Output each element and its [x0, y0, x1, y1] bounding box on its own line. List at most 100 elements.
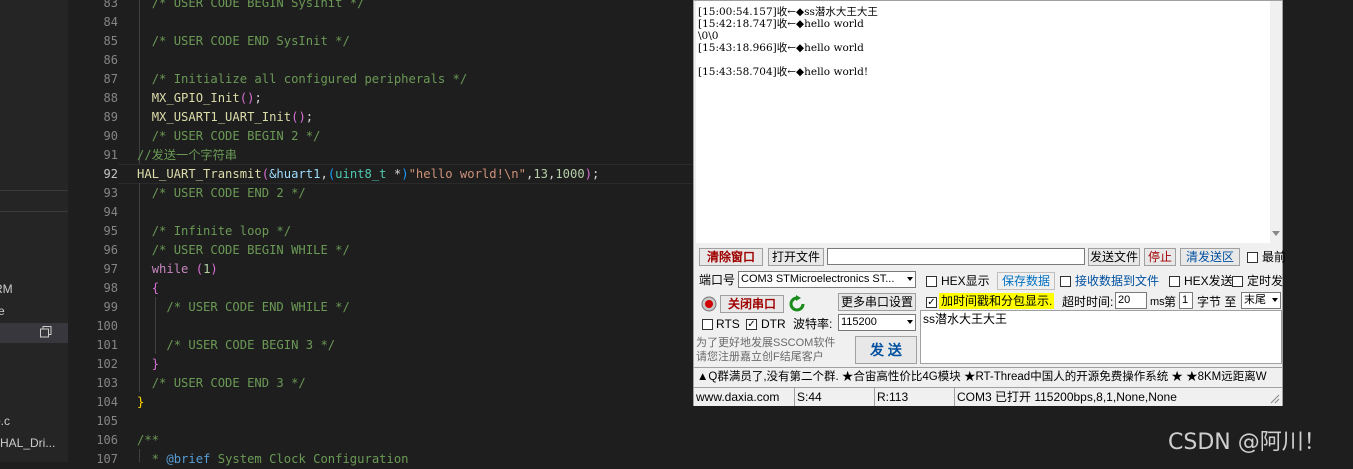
- line-number: 95: [103, 224, 118, 238]
- code-doc-tag: @brief: [166, 452, 211, 466]
- code-comment: /* USER CODE BEGIN WHILE */: [151, 243, 350, 257]
- line-number: 87: [103, 72, 118, 86]
- chevron-down-icon: [907, 320, 913, 324]
- line-number: 102: [96, 357, 118, 371]
- code-function: MX_GPIO_Init: [151, 91, 240, 105]
- timestamp-checkbox[interactable]: ✓: [926, 297, 937, 308]
- code-comment: /* USER CODE BEGIN SysInit */: [151, 0, 365, 10]
- hex-display-label: HEX显示: [941, 274, 990, 288]
- end-select[interactable]: 末尾: [1241, 292, 1281, 309]
- chevron-down-icon: [907, 277, 913, 281]
- hex-display-checkbox[interactable]: [926, 276, 937, 287]
- line-number: 104: [96, 395, 118, 409]
- explorer-panel: RM re o.c HAL_Dri...: [0, 0, 68, 462]
- receive-line: [15:42:18.747]收←◆hello world: [698, 18, 864, 30]
- promo-text[interactable]: 为了更好地发展SSCOM软件 请您注册嘉立创F结尾客户: [696, 336, 835, 364]
- serial-terminal-window: [15:00:54.157]收←◆ss潜水大王大王 [15:42:18.747]收…: [693, 0, 1287, 406]
- record-icon[interactable]: [701, 296, 717, 312]
- open-file-button[interactable]: 打开文件: [768, 248, 824, 266]
- baud-select-value: 115200: [841, 316, 877, 328]
- code-comment: /* USER CODE BEGIN 2 */: [151, 129, 321, 143]
- status-bar: www.daxia.com S:44 R:113 COM3 已打开 115200…: [694, 387, 1282, 406]
- rts-checkbox[interactable]: [702, 319, 713, 330]
- close-port-button[interactable]: 关闭串口: [720, 295, 784, 313]
- timeout-input[interactable]: 20: [1115, 292, 1147, 309]
- dtr-checkbox[interactable]: ✓: [746, 319, 757, 330]
- status-port: COM3 已打开 115200bps,8,1,None,None: [957, 390, 1177, 404]
- explorer-item[interactable]: RM: [0, 282, 13, 296]
- receive-scrollbar[interactable]: [1270, 1, 1282, 243]
- code-number: 1000: [555, 167, 585, 181]
- scroll-down-arrow-icon[interactable]: [1272, 231, 1280, 236]
- watermark: CSDN @阿川！: [1168, 430, 1326, 455]
- clear-send-button[interactable]: 清发送区: [1180, 248, 1240, 266]
- status-received: R:113: [875, 388, 955, 406]
- byte-label: 字节 至: [1197, 295, 1237, 309]
- recv-to-file-label: 接收数据到文件: [1075, 274, 1160, 288]
- hex-send-checkbox[interactable]: [1169, 276, 1180, 287]
- code-function: MX_USART1_UART_Init: [151, 110, 292, 124]
- receive-line: [15:00:54.157]收←◆ss潜水大王大王: [698, 6, 878, 18]
- line-number: 94: [103, 205, 118, 219]
- baud-select[interactable]: 115200: [838, 314, 916, 331]
- code-comment: /* USER CODE END SysInit */: [151, 34, 350, 48]
- timed-send-label: 定时发: [1247, 274, 1284, 288]
- explorer-item[interactable]: HAL_Dri...: [0, 436, 55, 450]
- dtr-label: DTR: [761, 317, 786, 331]
- line-number: 89: [103, 110, 118, 124]
- line-number: 99: [103, 300, 118, 314]
- line-number: 83: [103, 0, 118, 10]
- send-file-button[interactable]: 发送文件: [1088, 248, 1140, 266]
- timed-send-checkbox[interactable]: [1232, 276, 1243, 287]
- line-number: 92: [103, 167, 118, 181]
- code-editor[interactable]: /* USER CODE BEGIN SysInit */ /* USER CO…: [137, 0, 697, 466]
- recv-to-file-checkbox[interactable]: [1060, 276, 1071, 287]
- send-text: ss潜水大王大王: [923, 312, 1008, 326]
- code-number: 13: [533, 167, 548, 181]
- topmost-checkbox[interactable]: [1247, 252, 1258, 263]
- hex-send-label: HEX发送: [1184, 274, 1233, 288]
- code-comment: //发送一个字符串: [137, 148, 237, 162]
- explorer-selected-row[interactable]: [0, 323, 68, 343]
- resize-grip-icon[interactable]: [1268, 392, 1280, 404]
- code-comment: /**: [137, 433, 160, 447]
- line-number: 86: [103, 53, 118, 67]
- code-comment: /* USER CODE END 2 */: [151, 186, 306, 200]
- port-select[interactable]: COM3 STMicroelectronics ST...: [738, 271, 916, 288]
- copy-icon[interactable]: [40, 326, 52, 338]
- save-data-button[interactable]: 保存数据: [997, 272, 1055, 290]
- port-select-value: COM3 STMicroelectronics ST...: [741, 273, 895, 285]
- line-number: 84: [103, 15, 118, 29]
- end-select-value: 末尾: [1244, 294, 1266, 306]
- explorer-divider: [0, 211, 68, 212]
- explorer-item[interactable]: o.c: [0, 414, 10, 428]
- line-number: 88: [103, 91, 118, 105]
- topmost-label: 最前: [1262, 250, 1287, 264]
- line-number: 98: [103, 281, 118, 295]
- send-button[interactable]: 发 送: [855, 336, 917, 364]
- file-path-input[interactable]: [827, 248, 1085, 265]
- clear-window-button[interactable]: 清除窗口: [699, 248, 763, 266]
- status-sent: S:44: [795, 388, 875, 406]
- line-number: 101: [96, 338, 118, 352]
- code-comment: /* Infinite loop */: [151, 224, 292, 238]
- receive-line: [15:43:18.966]收←◆hello world: [698, 42, 864, 54]
- more-settings-button[interactable]: 更多串口设置: [838, 293, 916, 311]
- status-site[interactable]: www.daxia.com: [694, 388, 795, 406]
- timeout-label: 超时时间:: [1062, 295, 1114, 309]
- byte-input[interactable]: 1: [1179, 292, 1193, 309]
- ms-label: ms: [1150, 296, 1165, 308]
- line-number: 106: [96, 433, 118, 447]
- receive-area[interactable]: [15:00:54.157]收←◆ss潜水大王大王 [15:42:18.747]收…: [696, 1, 1270, 243]
- code-comment: System Clock Configuration: [217, 452, 409, 466]
- explorer-item[interactable]: re: [0, 304, 5, 318]
- line-number: 105: [96, 414, 118, 428]
- chevron-down-icon: [1272, 298, 1278, 302]
- line-number: 96: [103, 243, 118, 257]
- code-string: "hello world!\n": [408, 167, 526, 181]
- line-number: 93: [103, 186, 118, 200]
- refresh-icon[interactable]: [788, 295, 806, 313]
- send-text-area[interactable]: ss潜水大王大王: [920, 310, 1282, 364]
- stop-button[interactable]: 停止: [1144, 248, 1176, 266]
- ticker-text[interactable]: ▲Q群满员了,没有第二个群. ★合宙高性价比4G模块 ★RT-Thread中国人…: [697, 369, 1267, 385]
